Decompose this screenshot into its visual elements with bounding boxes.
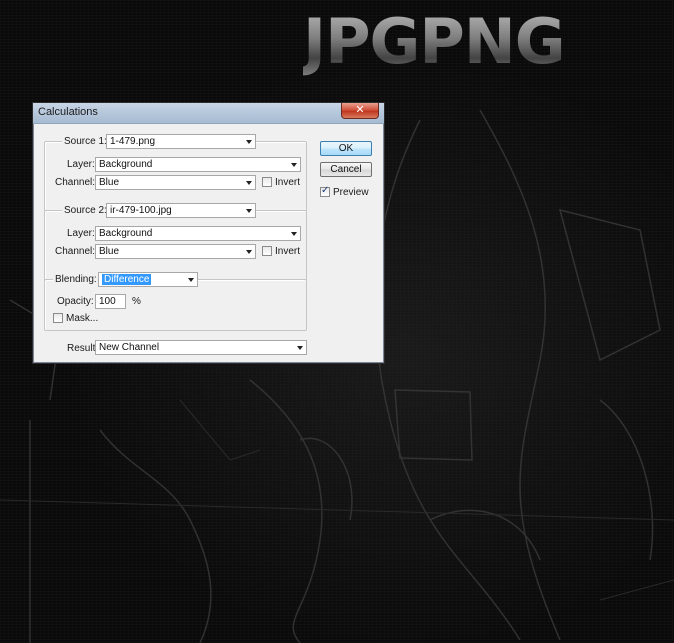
source2-channel-select[interactable]: Blue (95, 244, 256, 259)
dialog-title: Calculations (38, 106, 98, 118)
result-select[interactable]: New Channel (95, 340, 307, 355)
chevron-down-icon (246, 140, 252, 144)
opacity-unit: % (132, 296, 141, 307)
preview-label: Preview (333, 187, 369, 198)
chevron-down-icon (291, 232, 297, 236)
dialog-titlebar[interactable]: Calculations ✕ (33, 103, 384, 124)
chevron-down-icon (246, 181, 252, 185)
preview-checkbox[interactable] (320, 185, 330, 197)
chevron-down-icon (291, 163, 297, 167)
source2-select[interactable]: ir-479-100.jpg (106, 203, 256, 218)
source2-value: ir-479-100.jpg (110, 205, 172, 216)
opacity-label: Opacity: (57, 296, 94, 307)
mask-checkbox[interactable] (53, 313, 63, 323)
source1-invert-checkbox[interactable] (262, 177, 272, 187)
blending-mode-select[interactable]: Difference (98, 272, 198, 287)
background-logo-text: JPGPNG (303, 2, 674, 82)
calculations-dialog: Calculations ✕ Source 1: 1-479.png Layer… (32, 102, 385, 364)
source1-label: Source 1: (62, 136, 109, 147)
source1-channel-select[interactable]: Blue (95, 175, 256, 190)
chevron-down-icon (188, 278, 194, 282)
close-button[interactable]: ✕ (341, 103, 379, 119)
source1-layer-value: Background (99, 159, 153, 170)
source1-select[interactable]: 1-479.png (106, 134, 256, 149)
source2-layer-value: Background (99, 228, 153, 239)
opacity-input[interactable]: 100 (95, 294, 126, 309)
source1-layer-label: Layer: (67, 159, 95, 170)
source2-channel-label: Channel: (55, 246, 96, 257)
source1-value: 1-479.png (110, 136, 156, 147)
source1-channel-label: Channel: (55, 177, 96, 188)
result-value: New Channel (99, 342, 160, 353)
source2-label: Source 2: (62, 205, 109, 216)
source2-invert-label: Invert (275, 246, 301, 257)
source2-layer-select[interactable]: Background (95, 226, 301, 241)
source2-invert-checkbox[interactable] (262, 246, 272, 256)
source1-channel-value: Blue (99, 177, 120, 188)
cancel-button[interactable]: Cancel (320, 162, 372, 177)
chevron-down-icon (297, 346, 303, 350)
source1-layer-select[interactable]: Background (95, 157, 301, 172)
source2-layer-label: Layer: (67, 228, 95, 239)
blending-mode-value: Difference (102, 274, 152, 285)
mask-label[interactable]: Mask... (66, 313, 98, 324)
blending-label: Blending: (53, 274, 99, 285)
source2-channel-value: Blue (99, 246, 120, 257)
chevron-down-icon (246, 250, 252, 254)
result-label: Result: (67, 343, 99, 354)
source1-invert-label: Invert (275, 177, 301, 188)
ok-button[interactable]: OK (320, 141, 372, 156)
dialog-content: Source 1: 1-479.png Layer: Background Ch… (35, 124, 382, 361)
chevron-down-icon (246, 209, 252, 213)
close-icon: ✕ (355, 103, 365, 116)
